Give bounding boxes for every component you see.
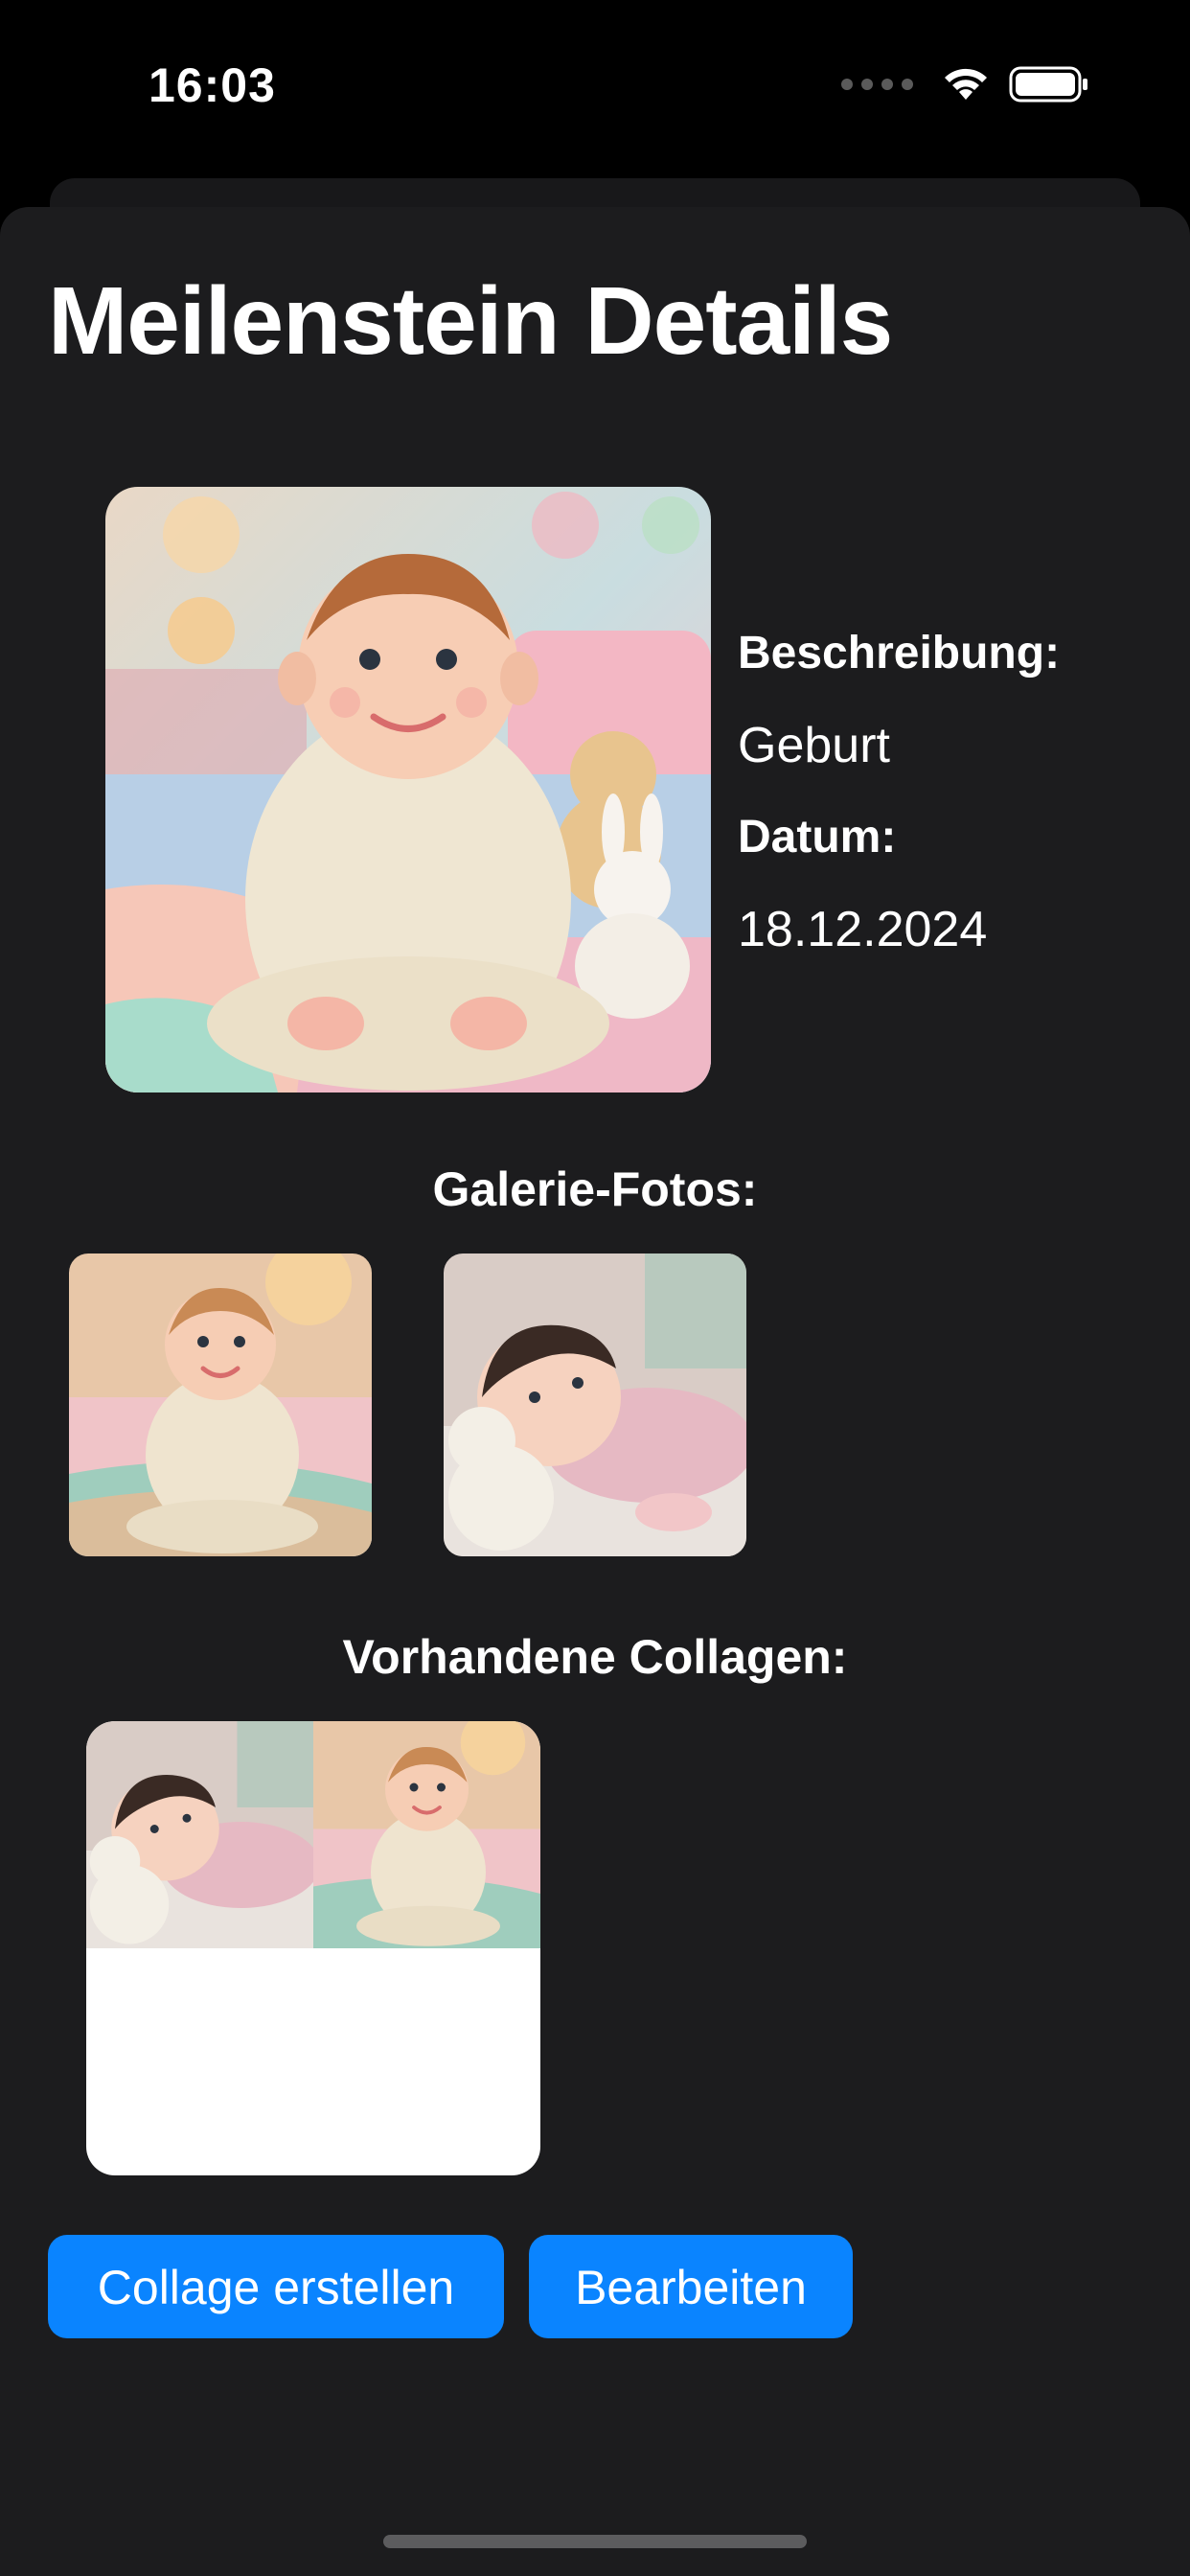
collage-thumbnail[interactable]: [86, 1721, 540, 2175]
battery-icon: [1009, 65, 1089, 104]
description-value: Geburt: [738, 718, 890, 773]
create-collage-button[interactable]: Collage erstellen: [48, 2235, 504, 2338]
home-indicator[interactable]: [383, 2535, 807, 2548]
edit-button[interactable]: Bearbeiten: [529, 2235, 853, 2338]
date-value: 18.12.2024: [738, 902, 988, 957]
status-time: 16:03: [149, 58, 276, 112]
milestone-info: Beschreibung: Geburt Datum: 18.12.2024: [738, 623, 1060, 991]
collage-photo-left: [86, 1721, 313, 1948]
gallery-photo[interactable]: [69, 1254, 372, 1556]
gallery-photo[interactable]: [444, 1254, 746, 1556]
collages-title: Vorhandene Collagen:: [342, 1630, 848, 1684]
description-label: Beschreibung:: [738, 628, 1061, 678]
wifi-icon: [940, 65, 992, 104]
collage-photo-right: [313, 1721, 540, 1948]
page-title: Meilenstein Details: [48, 267, 893, 375]
status-icons: [841, 65, 1089, 104]
status-bar: 16:03: [0, 0, 1190, 172]
milestone-photo: [105, 487, 711, 1092]
gallery-title: Galerie-Fotos:: [432, 1162, 758, 1216]
date-label: Datum:: [738, 812, 897, 862]
cellular-signal-icon: [841, 79, 913, 90]
